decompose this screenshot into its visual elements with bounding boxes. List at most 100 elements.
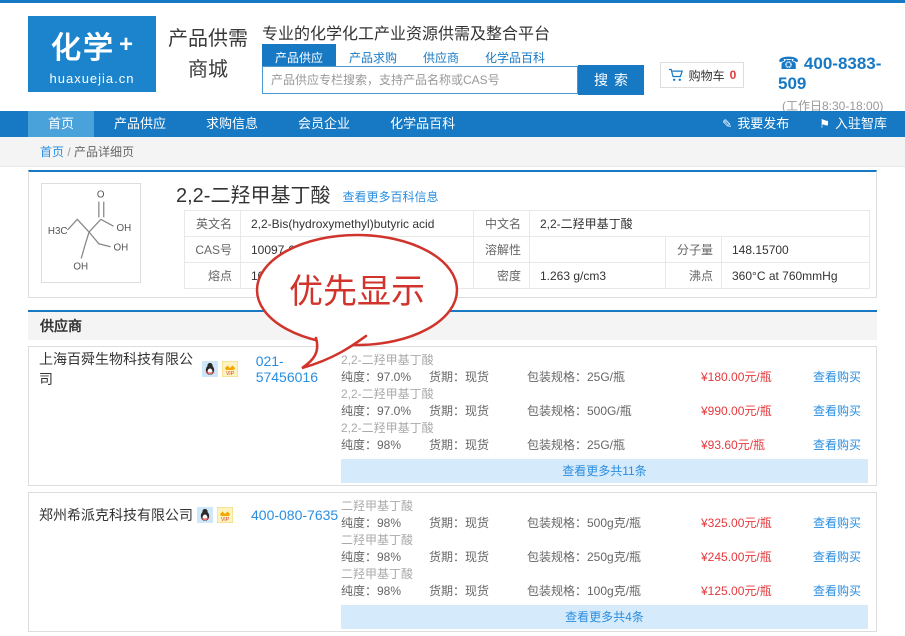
cart-button[interactable]: 购物车 0 [660,62,744,88]
supplier-phone[interactable]: 021-57456016 [256,353,341,385]
listing-delivery: 货期：现货 [429,582,527,601]
brand-line2: 商城 [160,55,256,86]
nav-item-product-supply[interactable]: 产品供应 [94,111,186,137]
site-slogan: 专业的化学化工产业资源供需及整合平台 [262,20,550,44]
join-thinktank-label: 入驻智库 [835,111,887,137]
field-value-solubility [530,237,666,263]
hotline: ☎ 400-8383-509 (工作日8:30-18:00) [778,54,905,114]
field-value-boilingpoint: 360°C at 760mmHg [722,263,870,289]
listing-package: 包装规格：250g克/瓶 [527,548,701,567]
view-more-button[interactable]: 查看更多共4条 [341,605,868,629]
listing-product-name: 二羟甲基丁酸 [341,567,868,582]
listing-product-name: 2,2-二羟甲基丁酸 [341,421,868,436]
field-value-cas: 10097-02-6 [241,237,474,263]
atom-label: OH [114,243,129,254]
brand-line1: 产品供需 [160,24,256,55]
nav-item-wanted-info[interactable]: 求购信息 [186,111,278,137]
view-buy-link[interactable]: 查看购买 [813,582,861,601]
phone-icon: ☎ [778,54,799,73]
suppliers-section-title: 供应商 [28,312,877,340]
listing-purity: 纯度：97.0% [341,402,429,421]
supplier-name[interactable]: 上海百舜生物科技有限公司 [39,349,198,389]
breadcrumb: 首页 / 产品详细页 [0,137,905,167]
listing-purity: 纯度：98% [341,436,429,455]
listing-price: ¥245.00元/瓶 [701,548,813,567]
listing-delivery: 货期：现货 [429,548,527,567]
field-label: 分子量 [666,237,722,263]
listing-product-name: 2,2-二羟甲基丁酸 [341,387,868,402]
field-label: CAS号 [185,237,241,263]
supplier-name[interactable]: 郑州希派克科技有限公司 [39,505,193,525]
field-label: 沸点 [666,263,722,289]
listing-package: 包装规格：25G/瓶 [527,368,701,387]
listing-price: ¥180.00元/瓶 [701,368,813,387]
listing-product-name: 二羟甲基丁酸 [341,533,868,548]
product-panel: H3C O OH OH OH 2,2-二羟甲基丁酸 查看更多百科信息 英文名 2… [28,170,877,298]
supplier-card: 郑州希派克科技有限公司 VIP 400-080-7635 二羟甲基丁酸 纯度：9… [28,492,877,632]
qq-icon[interactable] [202,361,218,377]
view-buy-link[interactable]: 查看购买 [813,402,861,421]
listing-package: 包装规格：100g克/瓶 [527,582,701,601]
qq-icon[interactable] [197,507,213,523]
nav-item-encyclopedia[interactable]: 化学品百科 [370,111,475,137]
atom-label: OH [116,223,131,234]
vip-icon: VIP [222,361,238,377]
listing-delivery: 货期：现货 [429,402,527,421]
listing-purity: 纯度：98% [341,514,429,533]
field-label: 溶解性 [474,237,530,263]
site-logo[interactable]: 化学 + huaxuejia.cn [28,16,156,92]
logo-domain: huaxuejia.cn [50,71,135,86]
listing-purity: 纯度：98% [341,582,429,601]
listing-package: 包装规格：500g克/瓶 [527,514,701,533]
listing-product-name: 二羟甲基丁酸 [341,499,868,514]
field-value-density: 1.263 g/cm3 [530,263,666,289]
view-buy-link[interactable]: 查看购买 [813,514,861,533]
breadcrumb-home[interactable]: 首页 [40,145,64,159]
structure-image: H3C O OH OH OH [41,183,141,283]
listing-purity: 纯度：98% [341,548,429,567]
listing-price: ¥325.00元/瓶 [701,514,813,533]
listing-price: ¥125.00元/瓶 [701,582,813,601]
view-more-button[interactable]: 查看更多共11条 [341,459,868,483]
listing-package: 包装规格：25G/瓶 [527,436,701,455]
listing-price: ¥93.60元/瓶 [701,436,813,455]
field-value-en-name: 2,2-Bis(hydroxymethyl)butyric acid [241,211,474,237]
cart-icon [668,68,684,82]
vip-icon: VIP [217,507,233,523]
field-value-meltingpoint: 109 [241,263,474,289]
listing-row: 二羟甲基丁酸 纯度：98% 货期：现货 包装规格：100g克/瓶 ¥125.00… [341,567,868,601]
plus-icon: + [119,31,133,59]
listing-row: 2,2-二羟甲基丁酸 纯度：98% 货期：现货 包装规格：25G/瓶 ¥93.6… [341,421,868,455]
search-input[interactable] [262,66,578,94]
product-info-table: 英文名 2,2-Bis(hydroxymethyl)butyric acid 中… [184,210,870,289]
svg-text:VIP: VIP [221,517,230,523]
view-buy-link[interactable]: 查看购买 [813,436,861,455]
view-buy-link[interactable]: 查看购买 [813,368,861,387]
nav-item-home[interactable]: 首页 [28,111,94,137]
breadcrumb-current: 产品详细页 [74,145,134,159]
view-buy-link[interactable]: 查看购买 [813,548,861,567]
cart-count: 0 [730,68,737,82]
listing-delivery: 货期：现货 [429,514,527,533]
supplier-phone[interactable]: 400-080-7635 [251,507,338,523]
listing-row: 2,2-二羟甲基丁酸 纯度：97.0% 货期：现货 包装规格：500G/瓶 ¥9… [341,387,868,421]
field-value-molweight: 148.15700 [722,237,870,263]
listing-product-name: 2,2-二羟甲基丁酸 [341,353,868,368]
field-label: 熔点 [185,263,241,289]
page-title: 2,2-二羟甲基丁酸 [176,179,330,208]
supplier-card: 上海百舜生物科技有限公司 VIP 021-57456016 2,2-二羟甲基丁酸… [28,346,877,486]
join-thinktank-button[interactable]: ⚑ 入驻智库 [811,111,895,137]
cart-label: 购物车 [689,67,725,84]
listing-row: 二羟甲基丁酸 纯度：98% 货期：现货 包装规格：250g克/瓶 ¥245.00… [341,533,868,567]
field-label: 中文名 [474,211,530,237]
search-button[interactable]: 搜索 [578,65,644,95]
listing-delivery: 货期：现货 [429,436,527,455]
publish-button[interactable]: ✎ 我要发布 [714,111,797,137]
svg-text:VIP: VIP [226,371,235,377]
listing-delivery: 货期：现货 [429,368,527,387]
field-label: 密度 [474,263,530,289]
more-baike-link[interactable]: 查看更多百科信息 [342,188,438,208]
listing-purity: 纯度：97.0% [341,368,429,387]
nav-item-member-companies[interactable]: 会员企业 [278,111,370,137]
listing-row: 二羟甲基丁酸 纯度：98% 货期：现货 包装规格：500g克/瓶 ¥325.00… [341,499,868,533]
